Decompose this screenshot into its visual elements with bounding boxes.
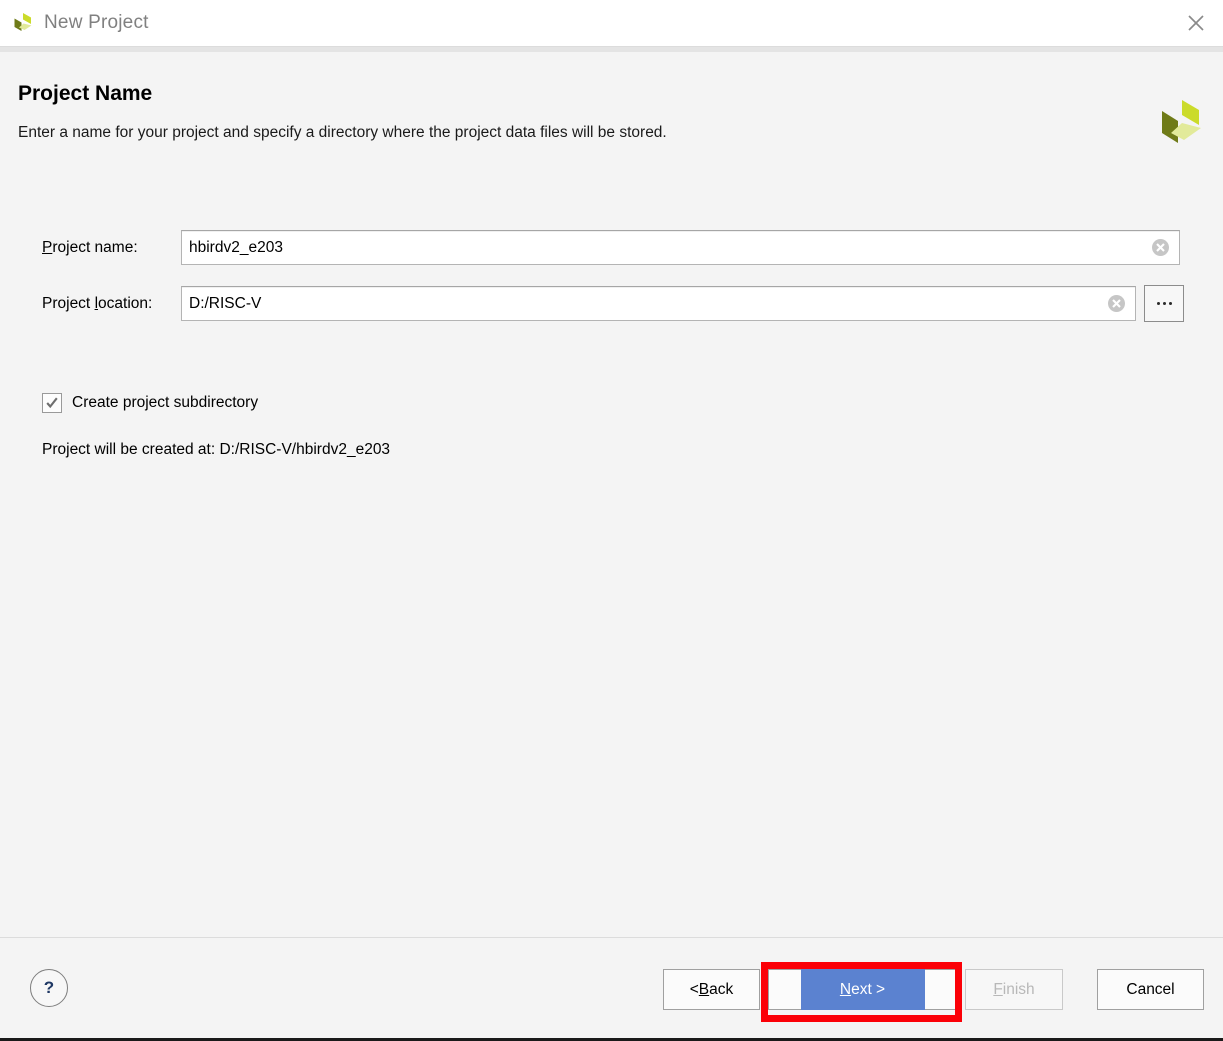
checkbox-box[interactable] bbox=[42, 393, 62, 413]
clear-circle-icon[interactable] bbox=[1151, 238, 1170, 257]
project-location-value: D:/RISC-V bbox=[189, 294, 262, 312]
project-name-row: Project name: hbirdv2_e203 bbox=[42, 230, 1180, 265]
next-button-group: Next > bbox=[762, 969, 963, 1010]
back-button[interactable]: < Back bbox=[663, 969, 760, 1010]
dialog-footer: ? < Back Next > Finish Cancel bbox=[0, 938, 1223, 1038]
finish-button: Finish bbox=[965, 969, 1063, 1010]
project-location-row: Project location: D:/RISC-V bbox=[42, 285, 1184, 322]
page-title: Project Name bbox=[18, 82, 153, 105]
mnemonic-letter: B bbox=[698, 980, 710, 998]
clear-circle-icon[interactable] bbox=[1107, 294, 1126, 313]
title-bar: New Project bbox=[0, 0, 1223, 46]
create-subdirectory-checkbox[interactable]: Create project subdirectory bbox=[42, 393, 258, 413]
ellipsis-icon bbox=[1156, 302, 1172, 305]
project-name-value: hbirdv2_e203 bbox=[189, 238, 283, 256]
close-icon[interactable] bbox=[1177, 5, 1215, 41]
project-name-input[interactable]: hbirdv2_e203 bbox=[181, 230, 1180, 265]
question-mark-icon: ? bbox=[43, 978, 55, 997]
create-subdirectory-label: Create project subdirectory bbox=[72, 394, 259, 411]
next-button[interactable]: Next > bbox=[800, 969, 925, 1010]
help-button[interactable]: ? bbox=[30, 969, 68, 1007]
mnemonic-letter: F bbox=[993, 980, 1003, 998]
wizard-button-bar: < Back Next > Finish Cancel bbox=[663, 969, 1204, 1010]
new-project-dialog: New Project Project Name Enter a name fo… bbox=[0, 0, 1223, 1041]
checkmark-icon bbox=[46, 397, 58, 409]
mnemonic-letter: P bbox=[42, 238, 53, 256]
created-at-text: Project will be created at: D:/RISC-V/hb… bbox=[42, 441, 391, 458]
vivado-pinwheel-logo-large-icon bbox=[1151, 98, 1209, 150]
page-subtitle: Enter a name for your project and specif… bbox=[18, 124, 667, 141]
vivado-pinwheel-logo-icon bbox=[10, 10, 36, 36]
project-location-input[interactable]: D:/RISC-V bbox=[181, 286, 1136, 321]
project-name-label: Project name: bbox=[42, 238, 138, 256]
mnemonic-letter: N bbox=[839, 980, 852, 998]
project-location-label: Project location: bbox=[42, 294, 153, 312]
cancel-button[interactable]: Cancel bbox=[1097, 969, 1204, 1010]
window-title: New Project bbox=[44, 12, 149, 33]
dialog-content: Project Name Enter a name for your proje… bbox=[0, 52, 1223, 937]
browse-directory-button[interactable] bbox=[1144, 285, 1184, 322]
cancel-button-label: Cancel bbox=[1126, 980, 1175, 998]
